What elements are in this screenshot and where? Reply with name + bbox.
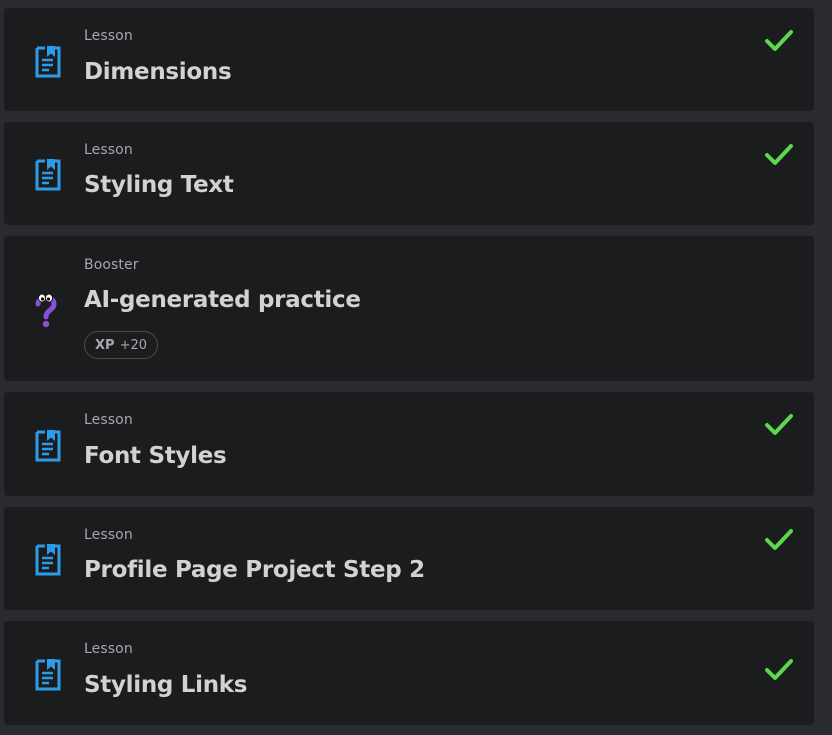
xp-badge-value: +20 bbox=[119, 337, 147, 353]
item-kind-label: Booster bbox=[84, 257, 139, 273]
item-kind-label: Lesson bbox=[84, 527, 133, 543]
check-icon bbox=[764, 657, 794, 683]
list-item[interactable]: Lesson Profile Page Project Step 2 bbox=[4, 507, 814, 610]
list-item[interactable]: Lesson Dimensions bbox=[4, 8, 814, 111]
document-bookmark-icon bbox=[32, 427, 64, 463]
item-title: Font Styles bbox=[84, 443, 227, 469]
check-icon bbox=[764, 412, 794, 438]
item-title: AI-generated practice bbox=[84, 287, 361, 313]
check-icon bbox=[764, 28, 794, 54]
item-title: Profile Page Project Step 2 bbox=[84, 557, 425, 583]
item-kind-label: Lesson bbox=[84, 412, 133, 428]
item-title: Styling Links bbox=[84, 672, 248, 698]
check-icon bbox=[764, 142, 794, 168]
item-title: Styling Text bbox=[84, 172, 234, 198]
item-kind-label: Lesson bbox=[84, 641, 133, 657]
question-mark-character-icon bbox=[32, 290, 60, 330]
list-item[interactable]: Booster AI-generated practice XP +20 bbox=[4, 236, 814, 381]
list-item[interactable]: Lesson Font Styles bbox=[4, 392, 814, 496]
list-item[interactable]: Lesson Styling Links bbox=[4, 621, 814, 725]
list-item[interactable]: Lesson Styling Text bbox=[4, 122, 814, 225]
document-bookmark-icon bbox=[32, 43, 64, 79]
document-bookmark-icon bbox=[32, 156, 64, 192]
check-icon bbox=[764, 527, 794, 553]
document-bookmark-icon bbox=[32, 656, 64, 692]
item-kind-label: Lesson bbox=[84, 142, 133, 158]
document-bookmark-icon bbox=[32, 541, 64, 577]
item-kind-label: Lesson bbox=[84, 28, 133, 44]
item-title: Dimensions bbox=[84, 59, 232, 85]
xp-badge: XP +20 bbox=[84, 331, 158, 359]
xp-badge-label: XP bbox=[95, 337, 115, 353]
lesson-list: Lesson Dimensions Lesson Styling Text Bo… bbox=[0, 0, 832, 735]
